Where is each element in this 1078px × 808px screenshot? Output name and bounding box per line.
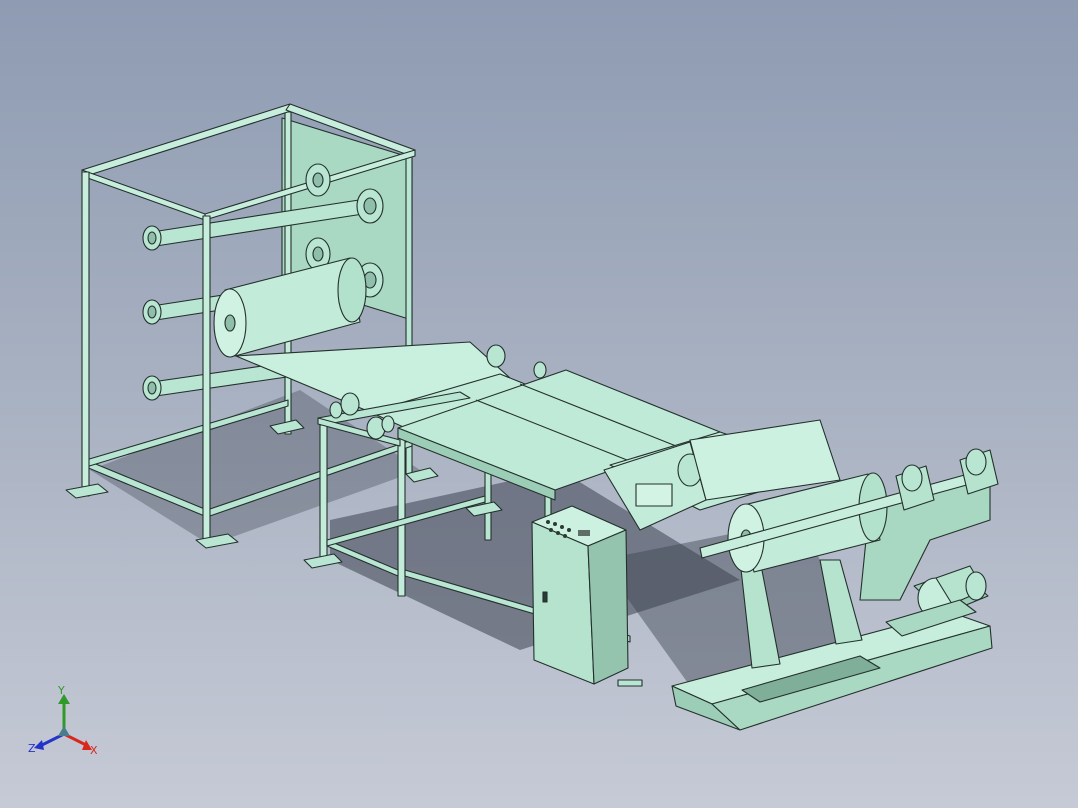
frame-post-front-right [202,215,211,543]
x-axis-label: X [90,744,98,757]
z-axis-label: Z [28,742,36,755]
machine-assembly-model[interactable] [0,0,1078,808]
cabinet-front [531,521,595,685]
chain-plate [635,483,673,507]
foot [303,553,343,569]
foot [65,483,109,499]
foot [617,679,643,687]
table-leg [319,424,328,564]
table-leg [397,429,406,597]
y-axis-label: Y [57,684,65,697]
frame-post-front-left [81,171,90,497]
frame-top-rail-back [81,103,295,177]
control-cabinet[interactable] [531,505,643,687]
coordinate-triad: Y X Z [28,684,98,757]
triad-origin [58,726,70,736]
cad-viewport[interactable]: Y X Z [0,0,1078,808]
cabinet-handle[interactable] [542,591,548,603]
cabinet-side [587,529,629,685]
frame-top-rail-left [81,169,206,221]
